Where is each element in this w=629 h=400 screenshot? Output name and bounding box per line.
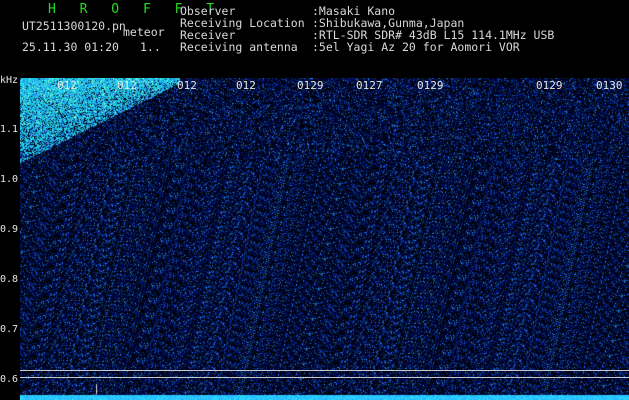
spectrogram — [20, 78, 629, 400]
y-label-0-6: 0.6 — [0, 374, 19, 385]
counter-label: 1.. — [140, 40, 161, 54]
antenna-value: :5el Yagi Az 20 for Aomori VOR — [312, 40, 520, 54]
axis-unit-label: kHz — [0, 75, 19, 86]
x-tick-3: 012 — [177, 79, 197, 92]
y-label-0-7: 0.7 — [0, 324, 19, 335]
y-label-1-1: 1.1 — [0, 124, 19, 135]
x-tick-4: 012 — [236, 79, 256, 92]
datetime-label: 25.11.30 01:20 — [22, 40, 119, 54]
x-tick-8: 0129 — [536, 79, 563, 92]
x-tick-7: 0129 — [417, 79, 444, 92]
x-tick-1: 012 — [57, 79, 77, 92]
y-label-1-0: 1.0 — [0, 174, 19, 185]
reference-line-lower — [20, 377, 629, 378]
reference-line-upper — [20, 370, 629, 371]
y-label-0-9: 0.9 — [0, 224, 19, 235]
x-tick-2: 012 — [117, 79, 137, 92]
meteor-label: meteor — [123, 25, 165, 39]
filename-label: UT2511300120.pn — [22, 19, 126, 33]
antenna-label: Receiving antenna — [180, 40, 298, 54]
y-label-0-8: 0.8 — [0, 274, 19, 285]
hrofft-window: H R O F F T UT2511300120.pn meteor 25.11… — [0, 0, 629, 400]
x-tick-5: 0129 — [297, 79, 324, 92]
x-tick-9: 0130 — [596, 79, 623, 92]
x-tick-6: 0127 — [356, 79, 383, 92]
